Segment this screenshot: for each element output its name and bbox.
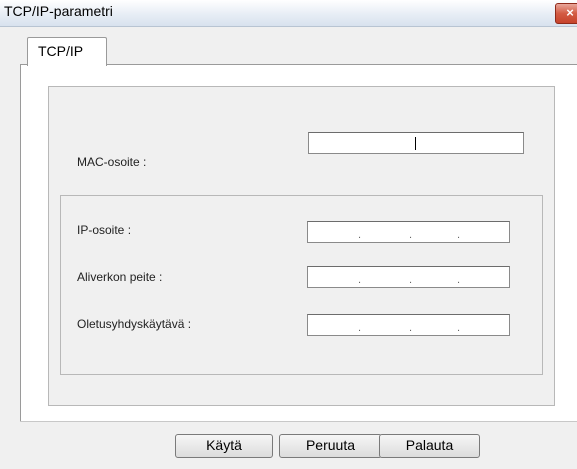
text-cursor xyxy=(415,137,416,150)
close-icon: × xyxy=(566,5,574,20)
button-bar-divider xyxy=(20,421,577,422)
window-title: TCP/IP-parametri xyxy=(4,3,113,19)
default-gateway-field[interactable]: . . . xyxy=(307,314,510,336)
subnet-mask-label: Aliverkon peite : xyxy=(77,270,163,284)
mac-address-field[interactable] xyxy=(308,132,524,154)
close-button[interactable]: × xyxy=(555,3,577,24)
cancel-button[interactable]: Peruuta xyxy=(279,434,382,458)
ip-address-label: IP-osoite : xyxy=(77,223,132,237)
title-bar: TCP/IP-parametri × xyxy=(0,0,577,27)
ip-separator: . xyxy=(457,274,461,286)
apply-button[interactable]: Käytä xyxy=(175,434,273,458)
ip-separator: . xyxy=(409,229,413,241)
subnet-mask-field[interactable]: . . . xyxy=(307,266,510,288)
ip-address-field[interactable]: . . . xyxy=(307,221,510,243)
ip-separator: . xyxy=(358,274,362,286)
tab-tcpip[interactable]: TCP/IP xyxy=(27,37,107,66)
ip-separator: . xyxy=(457,229,461,241)
tab-label: TCP/IP xyxy=(38,43,84,59)
mac-address-label: MAC-osoite : xyxy=(77,155,147,169)
ip-separator: . xyxy=(409,274,413,286)
default-gateway-label: Oletusyhdyskäytävä : xyxy=(77,317,192,331)
ip-separator: . xyxy=(358,322,362,334)
restore-button[interactable]: Palauta xyxy=(379,434,480,458)
tcpip-dialog: TCP/IP-parametri × TCP/IP MAC-osoite : I… xyxy=(0,0,577,469)
ip-separator: . xyxy=(409,322,413,334)
ip-separator: . xyxy=(457,322,461,334)
ip-separator: . xyxy=(358,229,362,241)
